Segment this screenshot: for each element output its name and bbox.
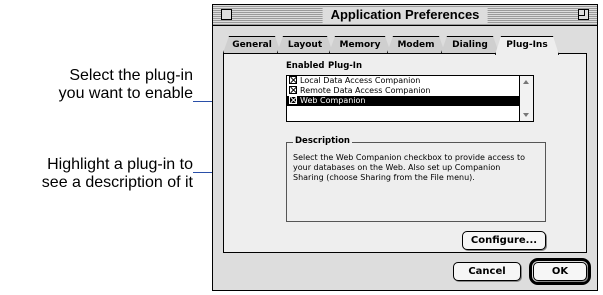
plug-ins-panel: Enabled Plug-In Local Data Access Compan… — [223, 53, 587, 253]
plugin-column-header: Plug-In — [328, 61, 363, 71]
scroll-up-arrow-icon[interactable] — [523, 80, 529, 84]
configure-button[interactable]: Configure... — [462, 231, 546, 250]
checkbox-checked-icon[interactable] — [289, 96, 297, 104]
tab-plug-ins[interactable]: Plug-Ins — [495, 36, 559, 55]
preferences-window: Application Preferences General Layout M… — [212, 4, 598, 291]
callout-describe-line-2: see a description of it — [41, 174, 193, 191]
plugin-list[interactable]: Local Data Access Companion Remote Data … — [286, 75, 534, 122]
callout-enable: Select the plug-in you want to enable — [59, 67, 193, 103]
tab-dialing[interactable]: Dialing — [441, 36, 499, 53]
tab-layout[interactable]: Layout — [277, 36, 333, 53]
tab-general[interactable]: General — [223, 36, 281, 53]
callout-describe-line-1: Highlight a plug-in to — [47, 156, 193, 173]
zoom-box-icon[interactable] — [578, 9, 589, 20]
plugin-row-local-data-access[interactable]: Local Data Access Companion — [287, 76, 519, 86]
window-title: Application Preferences — [322, 7, 488, 23]
tab-bar: General Layout Memory Modem Dialing Plug… — [223, 36, 593, 54]
description-group: Description Select the Web Companion che… — [286, 136, 546, 222]
cancel-button[interactable]: Cancel — [453, 262, 521, 281]
plugin-label: Remote Data Access Companion — [300, 86, 431, 95]
ok-button[interactable]: OK — [533, 262, 587, 281]
tab-memory[interactable]: Memory — [329, 36, 391, 53]
scroll-down-arrow-icon[interactable] — [523, 113, 529, 117]
description-text: Select the Web Companion checkbox to pro… — [293, 153, 526, 182]
checkbox-checked-icon[interactable] — [289, 86, 297, 94]
plugin-list-scrollbar[interactable] — [519, 76, 533, 121]
callout-describe: Highlight a plug-in to see a description… — [42, 156, 193, 192]
plugin-row-remote-data-access[interactable]: Remote Data Access Companion — [287, 86, 519, 96]
callout-enable-line-1: Select the plug-in — [69, 67, 193, 84]
description-label: Description — [293, 136, 352, 146]
title-bar[interactable]: Application Preferences — [213, 5, 597, 26]
tab-modem[interactable]: Modem — [387, 36, 445, 53]
plugin-label: Local Data Access Companion — [300, 76, 421, 85]
enabled-column-header: Enabled — [286, 61, 325, 71]
callout-enable-line-2: you want to enable — [58, 85, 193, 102]
plugin-row-web-companion[interactable]: Web Companion — [287, 96, 519, 106]
close-box-icon[interactable] — [221, 9, 232, 20]
plugin-label: Web Companion — [300, 96, 366, 105]
checkbox-checked-icon[interactable] — [289, 76, 297, 84]
